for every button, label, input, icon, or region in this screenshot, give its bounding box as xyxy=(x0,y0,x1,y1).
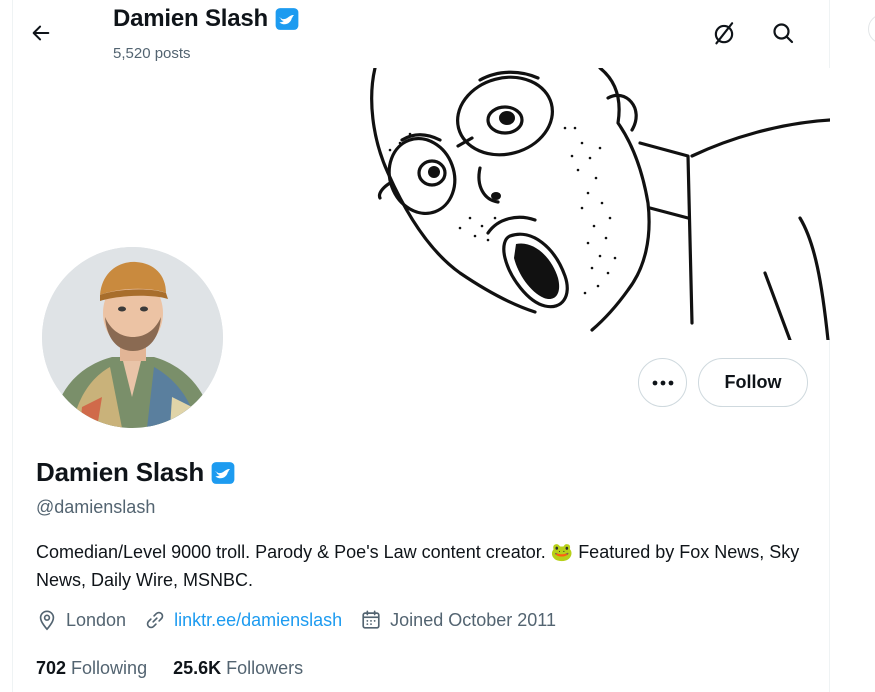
followers-link[interactable]: 25.6K Followers xyxy=(173,658,303,679)
followers-count: 25.6K xyxy=(173,658,222,678)
profile-stats: 702 Following 25.6K Followers xyxy=(36,658,329,679)
joined-text: Joined October 2011 xyxy=(390,609,556,630)
back-button[interactable] xyxy=(24,16,58,50)
following-link[interactable]: 702 Following xyxy=(36,658,147,679)
profile-bio: Comedian/Level 9000 troll. Parody & Poe'… xyxy=(36,538,806,594)
connection-status-button[interactable] xyxy=(707,16,741,50)
calendar-icon xyxy=(362,610,380,629)
follow-button[interactable]: Follow xyxy=(698,358,808,407)
profile-name-row: Damien Slash xyxy=(36,457,236,488)
profile-handle: @damienslash xyxy=(36,497,156,517)
location-text: London xyxy=(66,609,127,630)
location-pin-icon xyxy=(39,610,55,631)
bio-text: Comedian/Level 9000 troll. Parody & Poe'… xyxy=(36,542,546,562)
verified-badge-icon xyxy=(274,6,300,32)
search-button[interactable] xyxy=(766,16,800,50)
frog-emoji: 🐸 xyxy=(550,542,574,562)
no-signal-icon xyxy=(714,22,734,45)
profile-avatar[interactable] xyxy=(38,243,227,432)
verified-badge-icon xyxy=(210,460,236,486)
more-options-button[interactable] xyxy=(638,358,687,407)
profile-page: Damien Slash 5,520 posts Follow Damien S… xyxy=(0,0,875,692)
location-item: London xyxy=(36,609,126,631)
followers-label: Followers xyxy=(226,658,304,678)
ellipsis-icon xyxy=(652,380,673,385)
side-panel-edge xyxy=(868,14,875,44)
back-arrow-icon xyxy=(32,25,50,41)
website-link[interactable]: linktr.ee/damienslash xyxy=(174,610,342,631)
website-item: linktr.ee/damienslash xyxy=(144,609,342,631)
following-label: Following xyxy=(71,658,148,678)
profile-meta: London linktr.ee/damienslash Joined Octo… xyxy=(36,609,574,631)
profile-banner[interactable] xyxy=(360,68,830,340)
search-icon xyxy=(773,23,794,44)
header-title: Damien Slash xyxy=(113,5,300,33)
joined-item: Joined October 2011 xyxy=(360,609,556,631)
profile-name: Damien Slash xyxy=(36,457,205,487)
header-name: Damien Slash xyxy=(113,5,268,32)
following-count: 702 xyxy=(36,658,67,678)
link-icon xyxy=(146,611,164,629)
posts-count: 5,520 posts xyxy=(113,45,191,62)
